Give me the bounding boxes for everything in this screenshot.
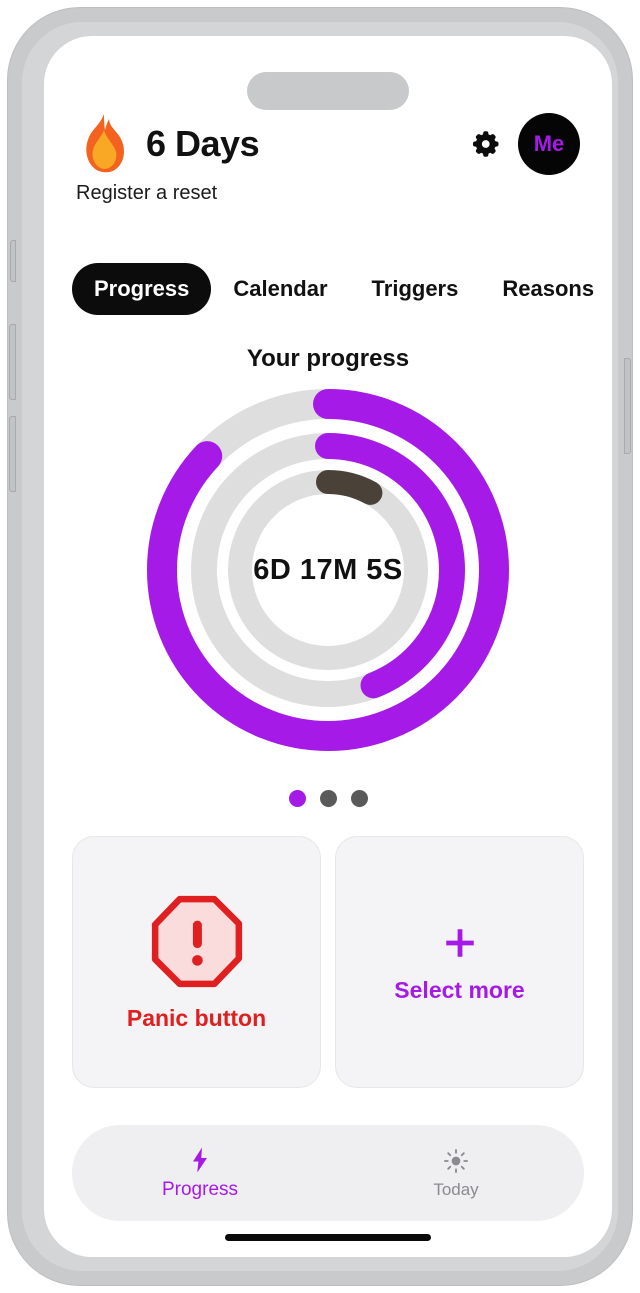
dynamic-island bbox=[247, 72, 409, 110]
tab-reasons[interactable]: Reasons bbox=[480, 263, 612, 315]
pager-dot-3[interactable] bbox=[350, 790, 368, 807]
pager-dot-2[interactable] bbox=[319, 790, 337, 807]
power-button[interactable] bbox=[624, 358, 631, 454]
ring-center-label: 6D 17M 5S bbox=[253, 553, 403, 586]
streak-title: 6 Days bbox=[146, 123, 260, 164]
progress-section-title: Your progress bbox=[246, 345, 410, 372]
octagon-alert-icon bbox=[151, 895, 242, 987]
phone-screen: 6 Days Me Register a reset Progress Cale… bbox=[44, 36, 612, 1257]
carousel-pager bbox=[44, 790, 612, 807]
register-reset-link[interactable]: Register a reset bbox=[76, 182, 580, 205]
select-more-card[interactable]: Select more bbox=[335, 836, 584, 1088]
pager-dot-1[interactable] bbox=[288, 790, 306, 807]
lightning-bolt-icon bbox=[185, 1145, 215, 1175]
tab-triggers[interactable]: Triggers bbox=[350, 263, 481, 315]
flame-icon bbox=[86, 114, 124, 173]
sun-icon bbox=[441, 1146, 471, 1176]
plus-icon bbox=[445, 928, 474, 957]
mute-switch-button[interactable] bbox=[10, 240, 16, 282]
gear-icon bbox=[473, 131, 499, 157]
phone-frame: 6 Days Me Register a reset Progress Cale… bbox=[8, 8, 632, 1285]
nav-item-progress[interactable]: Progress bbox=[72, 1145, 328, 1201]
nav-label-today: Today bbox=[433, 1180, 479, 1199]
bottom-navigation: Progress Today bbox=[72, 1125, 584, 1221]
home-indicator bbox=[225, 1234, 431, 1241]
header-row: 6 Days Me bbox=[76, 108, 580, 180]
settings-button[interactable] bbox=[468, 127, 502, 161]
tab-calendar[interactable]: Calendar bbox=[211, 263, 349, 315]
action-cards: Panic button Select more bbox=[44, 836, 612, 1088]
progress-rings[interactable]: 6D 17M 5S bbox=[132, 374, 524, 766]
avatar-label: Me bbox=[533, 131, 565, 156]
avatar[interactable]: Me bbox=[518, 113, 580, 175]
volume-down-button[interactable] bbox=[9, 416, 16, 492]
nav-label-progress: Progress bbox=[161, 1179, 239, 1200]
panic-button-card[interactable]: Panic button bbox=[72, 836, 321, 1088]
volume-up-button[interactable] bbox=[9, 324, 16, 400]
tab-progress[interactable]: Progress bbox=[72, 263, 212, 315]
nav-item-today[interactable]: Today bbox=[328, 1146, 584, 1200]
app-header: 6 Days Me Register a reset bbox=[44, 108, 612, 205]
panic-button-label: Panic button bbox=[126, 1004, 267, 1031]
tab-bar: Progress Calendar Triggers Reasons bbox=[44, 263, 612, 315]
select-more-label: Select more bbox=[394, 976, 525, 1003]
